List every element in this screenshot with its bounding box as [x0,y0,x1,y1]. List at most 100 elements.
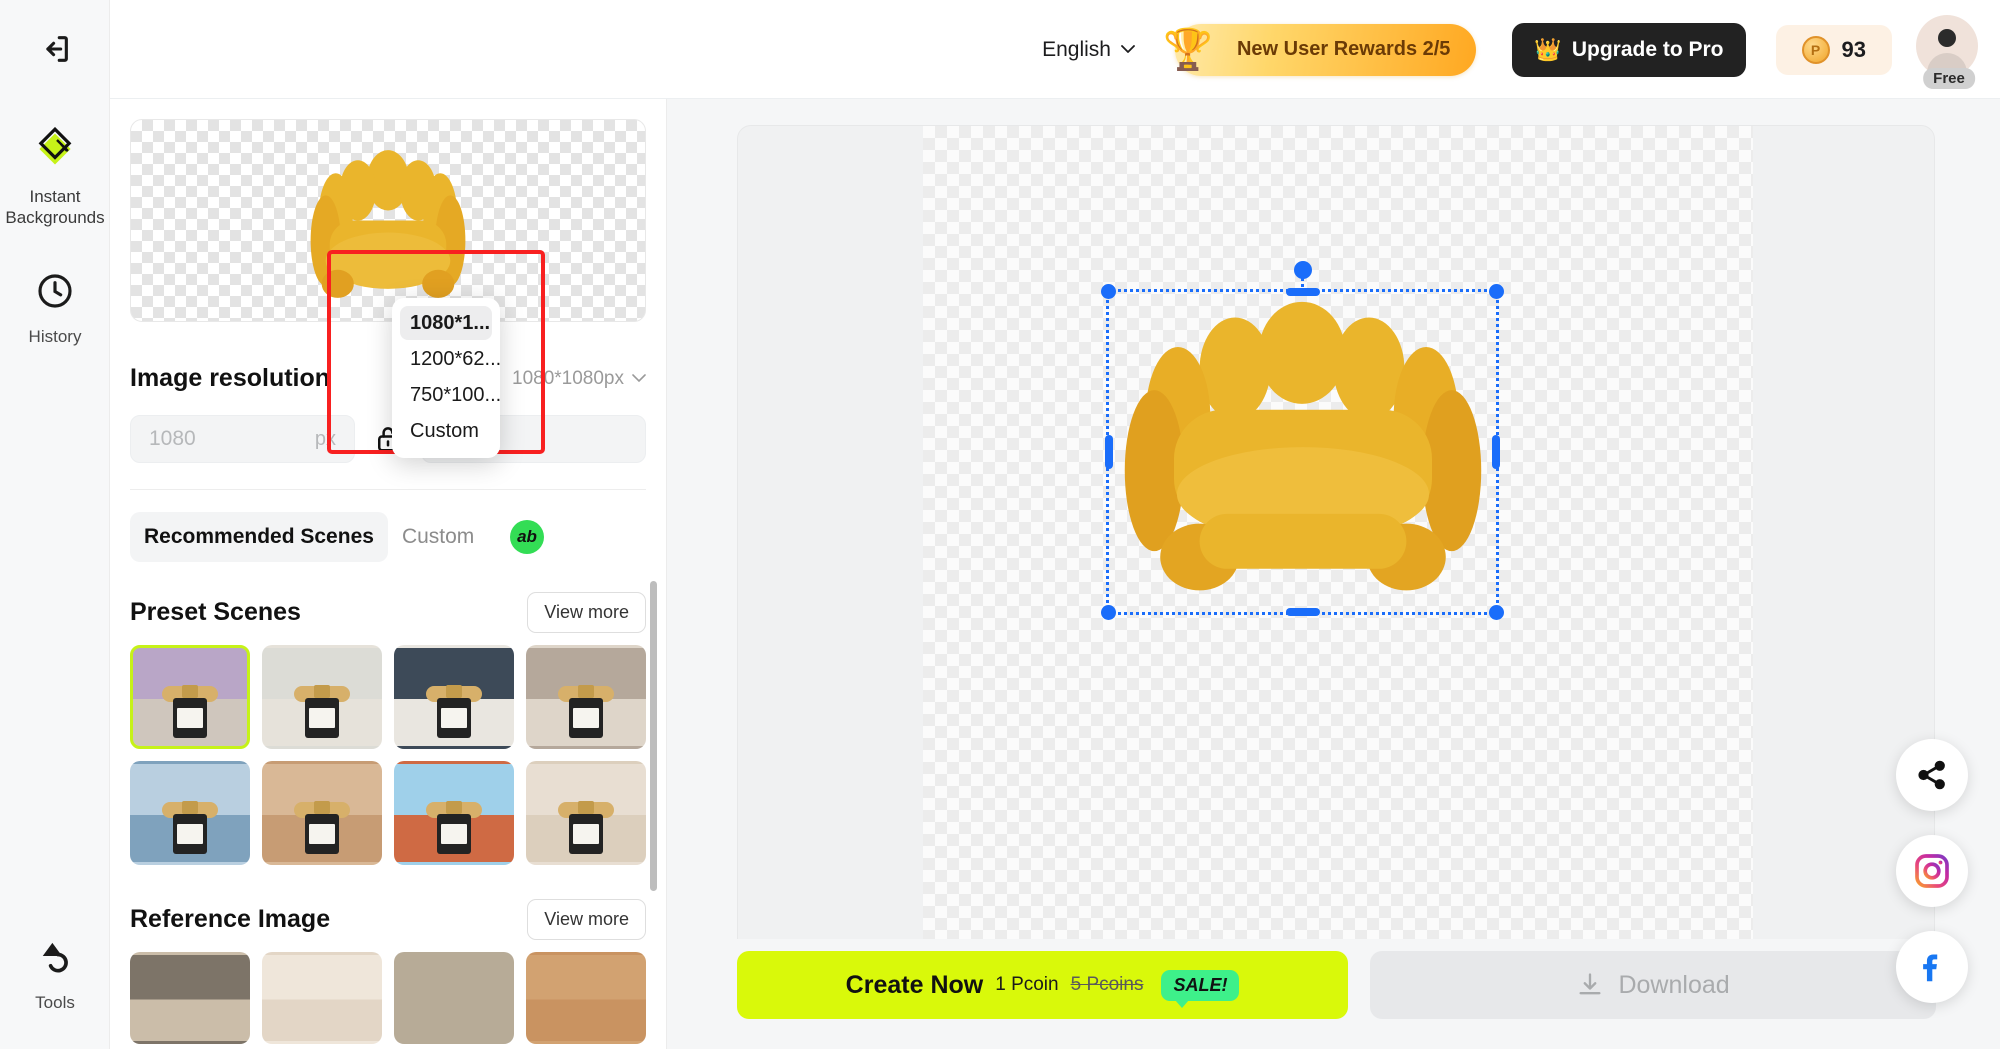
plan-badge: Free [1923,67,1975,89]
dropdown-option-1[interactable]: 1200*62... [400,342,501,376]
dropdown-option-0[interactable]: 1080*1... [400,306,492,340]
download-icon [1579,973,1601,995]
clock-icon [38,273,72,308]
scene-curtain-window[interactable] [526,761,646,865]
facebook-button[interactable] [1896,931,1968,1003]
scene-warm-room[interactable] [262,761,382,865]
bottom-right-handle[interactable] [1489,605,1504,620]
tools-icon [42,942,68,973]
perfume-bottle [305,814,339,854]
bottom-left-handle[interactable] [1101,605,1116,620]
bottom-center-handle[interactable] [1285,608,1320,616]
perfume-bottle [437,814,471,854]
source-image-preview[interactable] [130,119,646,322]
top-center-handle[interactable] [1285,288,1320,296]
middle-left-handle[interactable] [1105,435,1113,469]
reference-image-grid [130,952,646,1044]
dropdown-option-2[interactable]: 750*100... [400,378,501,412]
ref-cutting-board[interactable] [130,952,250,1044]
sidebar-item-history[interactable]: History [0,243,110,361]
reference-image-header: Reference Image View more [130,899,646,940]
language-selector[interactable]: English [1042,38,1135,62]
resolution-preset-dropdown: 1080*1... 1200*62... 750*100... Custom [392,298,501,458]
scene-road-sunset[interactable] [130,645,250,749]
scene-bright-interior[interactable] [262,645,382,749]
bottom-action-bar: Create Now 1 Pcoin 5 Pcoins SALE! Downlo… [667,939,2000,1049]
rotate-handle[interactable] [1293,261,1312,279]
preset-scenes-view-more-button[interactable]: View more [527,592,646,633]
facebook-icon [1923,954,1938,982]
social-actions [1896,739,1968,1003]
dropdown-option-3[interactable]: Custom [400,414,492,448]
top-bar-actions: English 🏆 New User Rewards 2/5 👑 Upgrade… [1042,0,2000,99]
settings-panel: Image resolution 1080*1080px 1080 px 108… [110,99,667,1049]
pcoin-count: 93 [1841,36,1866,62]
perfume-bottle [569,698,603,738]
canvas-stage [667,99,2000,1049]
download-button[interactable]: Download [1370,951,1936,1019]
perfume-bottle [569,814,603,854]
yellow-armchair-canvas-image [1124,301,1482,591]
upgrade-to-pro-button[interactable]: 👑 Upgrade to Pro [1512,22,1746,77]
resolution-preset-value: 1080*1080px [512,367,624,389]
reference-image-title: Reference Image [130,905,331,933]
width-input[interactable]: 1080 px [130,415,355,463]
perfume-bottle [173,698,207,738]
preset-scenes-header: Preset Scenes View more [130,592,646,633]
view-more-label: View more [544,602,629,622]
scene-sky-terracotta[interactable] [394,761,514,865]
width-value: 1080 [149,427,196,450]
transparent-canvas[interactable] [923,126,1753,981]
sale-badge: SALE! [1161,969,1240,1008]
preset-scenes-title: Preset Scenes [130,598,301,626]
panel-scrollbar[interactable] [650,581,657,891]
crown-icon: 👑 [1534,36,1562,62]
top-bar: English 🏆 New User Rewards 2/5 👑 Upgrade… [0,0,2000,99]
ref-dried-flower[interactable] [526,952,646,1044]
sidebar-item-instant-backgrounds[interactable]: Instant Backgrounds [0,113,110,243]
sidebar-item-label: History [28,326,82,346]
scene-stone-wall[interactable] [526,645,646,749]
top-right-handle[interactable] [1489,284,1504,299]
create-now-button[interactable]: Create Now 1 Pcoin 5 Pcoins SALE! [737,951,1349,1019]
sidebar-item-tools[interactable]: Tools [0,921,110,1027]
middle-right-handle[interactable] [1492,435,1500,469]
pcoin-icon: P [1801,35,1830,64]
perfume-bottle [305,698,339,738]
share-button[interactable] [1896,739,1968,811]
upgrade-label: Upgrade to Pro [1571,37,1724,61]
user-avatar-button[interactable]: Free [1916,14,1982,89]
ref-pink-flower[interactable] [394,952,514,1044]
tab-recommended-scenes[interactable]: Recommended Scenes [130,512,388,562]
top-left-handle[interactable] [1101,284,1116,299]
image-selection-box[interactable] [1101,261,1504,620]
pcoin-balance[interactable]: P 93 [1775,24,1892,75]
collapse-sidebar-button[interactable] [0,0,110,99]
new-user-rewards-button[interactable]: 🏆 New User Rewards 2/5 [1163,23,1477,76]
width-unit: px [314,427,336,450]
perfume-bottle [173,814,207,854]
sidebar-item-label: Instant Backgrounds [5,187,105,228]
create-old-price: 5 Pcoins [1070,974,1144,995]
app-root: English 🏆 New User Rewards 2/5 👑 Upgrade… [0,0,2000,1049]
rewards-label: New User Rewards 2/5 [1236,38,1451,60]
tab-custom[interactable]: Custom [388,512,488,562]
chevron-down-icon [1121,45,1135,53]
resolution-preset-dropdown-trigger[interactable]: 1080*1080px [512,368,646,390]
scene-blue-wall-shadow[interactable] [394,645,514,749]
instagram-button[interactable] [1896,835,1968,907]
scene-water-sky[interactable] [130,761,250,865]
language-label: English [1042,37,1111,61]
page-title: Image resolution [130,364,331,392]
canvas-card[interactable] [737,125,1935,981]
left-rail: Instant Backgrounds History Tools [0,99,110,1049]
scene-tabs: Recommended Scenes Custom ab [130,512,646,562]
instant-backgrounds-icon [38,126,72,165]
tab-label: Recommended Scenes [144,525,374,548]
download-label: Download [1618,970,1730,999]
share-icon [1918,760,1945,790]
reference-image-view-more-button[interactable]: View more [527,899,646,940]
instagram-icon [1915,854,1949,888]
sidebar-item-label: Tools [35,992,75,1012]
ref-light-shadow[interactable] [262,952,382,1044]
